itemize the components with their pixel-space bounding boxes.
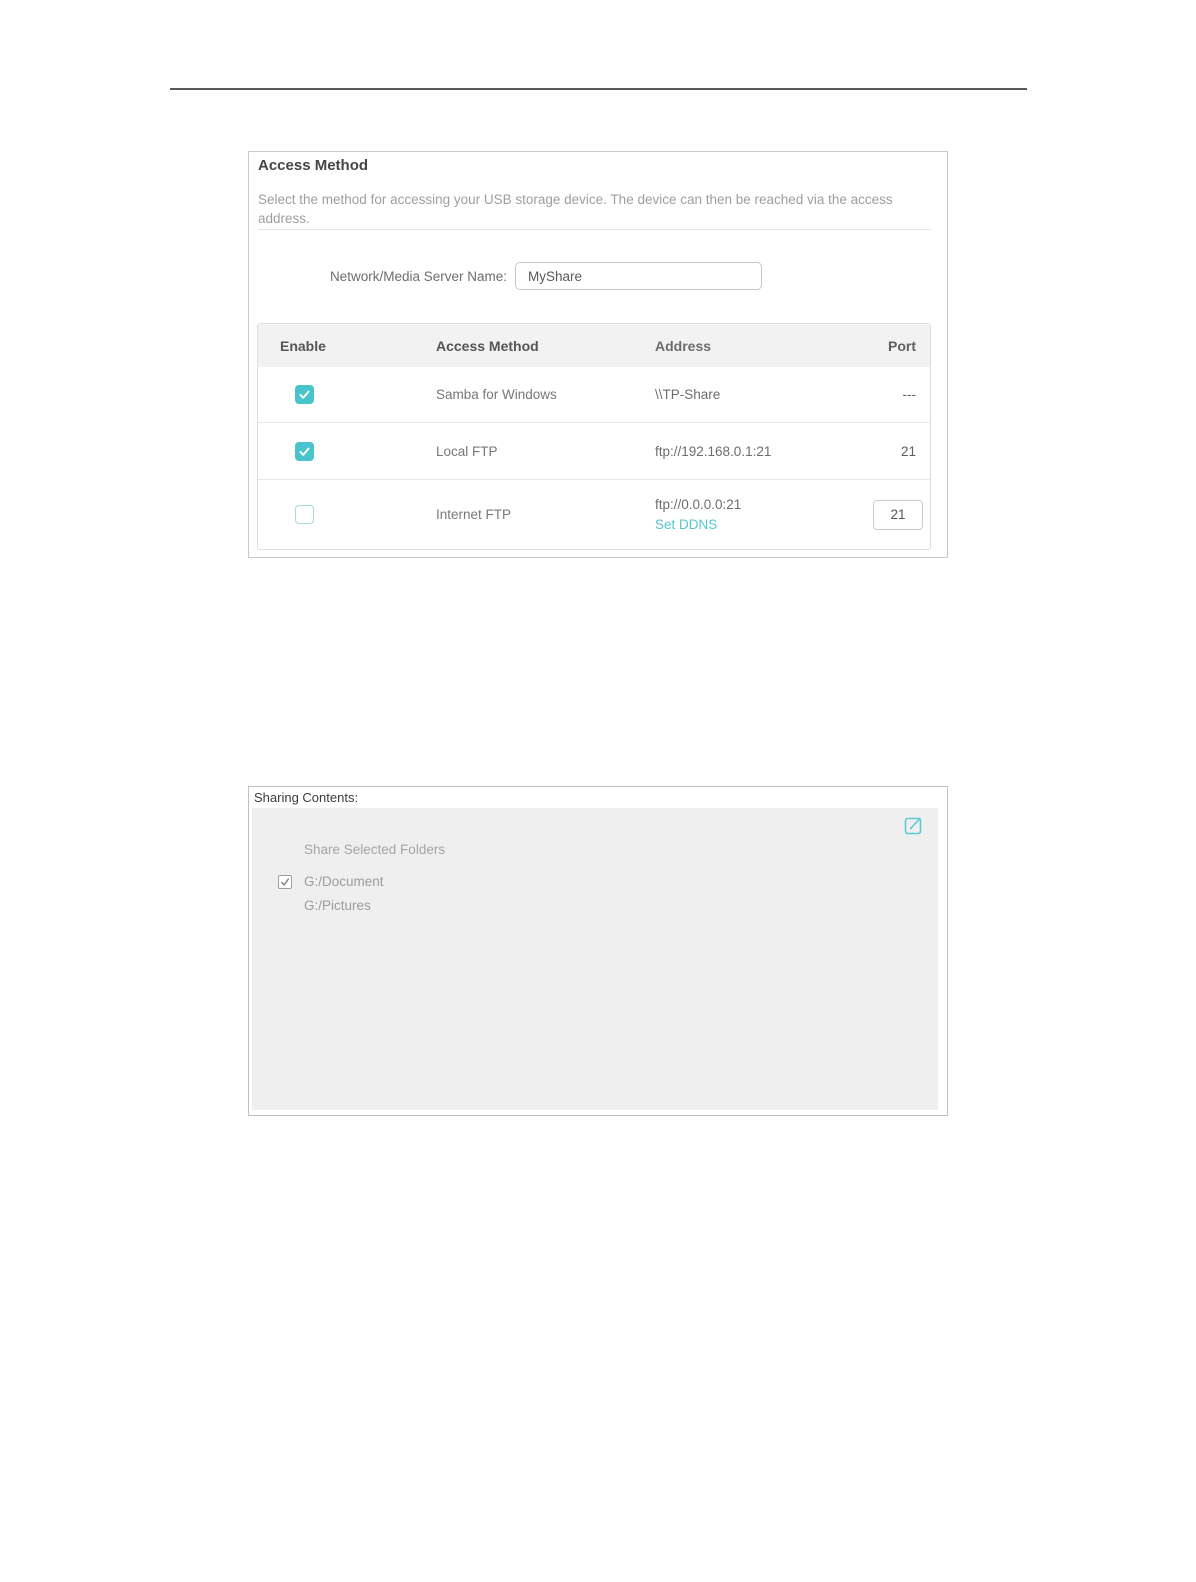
folder-document-checkbox[interactable] — [278, 875, 292, 889]
header-port: Port — [888, 337, 916, 354]
internet-ftp-port-input[interactable] — [873, 499, 923, 530]
server-name-label: Network/Media Server Name: — [329, 269, 507, 284]
sharing-contents-label: Sharing Contents: — [254, 790, 359, 805]
checkmark-icon — [281, 878, 289, 886]
access-method-panel: Access Method Select the method for acce… — [248, 151, 948, 558]
local-ftp-method-label: Local FTP — [436, 443, 498, 459]
local-ftp-address: ftp://192.168.0.1:21 — [655, 443, 772, 459]
samba-port: --- — [902, 387, 917, 402]
header-address: Address — [655, 337, 712, 354]
sharing-contents-panel: Sharing Contents: Share Selected Folders… — [248, 786, 948, 1116]
local-ftp-port: 21 — [900, 443, 916, 459]
checkmark-icon — [299, 447, 310, 456]
internet-ftp-method-label: Internet FTP — [436, 507, 512, 522]
panel-divider — [258, 229, 931, 230]
panel-title: Access Method — [258, 157, 369, 174]
share-mode-label: Share Selected Folders — [304, 842, 446, 857]
folder-row-document: G:/Document — [278, 874, 384, 890]
page-top-divider — [170, 88, 1027, 90]
folder-name[interactable]: G:/Document — [304, 874, 384, 890]
header-enable: Enable — [280, 337, 326, 354]
page: Access Method Select the method for acce… — [0, 0, 1196, 1582]
checkmark-icon — [299, 390, 310, 399]
table-row-local-ftp: Local FTP ftp://192.168.0.1:21 21 — [258, 422, 930, 479]
set-ddns-link[interactable]: Set DDNS — [655, 515, 855, 535]
folder-name[interactable]: G:/Pictures — [304, 898, 371, 914]
local-ftp-enable-checkbox[interactable] — [295, 441, 314, 461]
server-name-input[interactable] — [515, 262, 762, 290]
samba-method-label: Samba for Windows — [436, 387, 557, 402]
internet-ftp-address: ftp://0.0.0.0:21 — [655, 496, 742, 512]
samba-address: \\TP-Share — [655, 387, 721, 402]
folder-row-pictures: G:/Pictures — [278, 898, 371, 914]
header-access-method: Access Method — [436, 337, 539, 354]
panel-description: Select the method for accessing your USB… — [258, 192, 893, 226]
table-row-samba: Samba for Windows \\TP-Share --- — [258, 367, 930, 422]
table-header-row: Enable Access Method Address Port — [258, 324, 930, 367]
access-method-table: Enable Access Method Address Port Samba … — [257, 323, 931, 550]
table-row-internet-ftp: Internet FTP ftp://0.0.0.0:21 Set DDNS — [258, 479, 930, 549]
samba-enable-checkbox[interactable] — [295, 385, 314, 404]
internet-ftp-enable-checkbox[interactable] — [295, 505, 314, 524]
sharing-contents-area: Share Selected Folders G:/Document G:/Pi… — [252, 808, 938, 1110]
server-name-row: Network/Media Server Name: — [249, 262, 947, 292]
edit-icon[interactable] — [904, 815, 924, 835]
